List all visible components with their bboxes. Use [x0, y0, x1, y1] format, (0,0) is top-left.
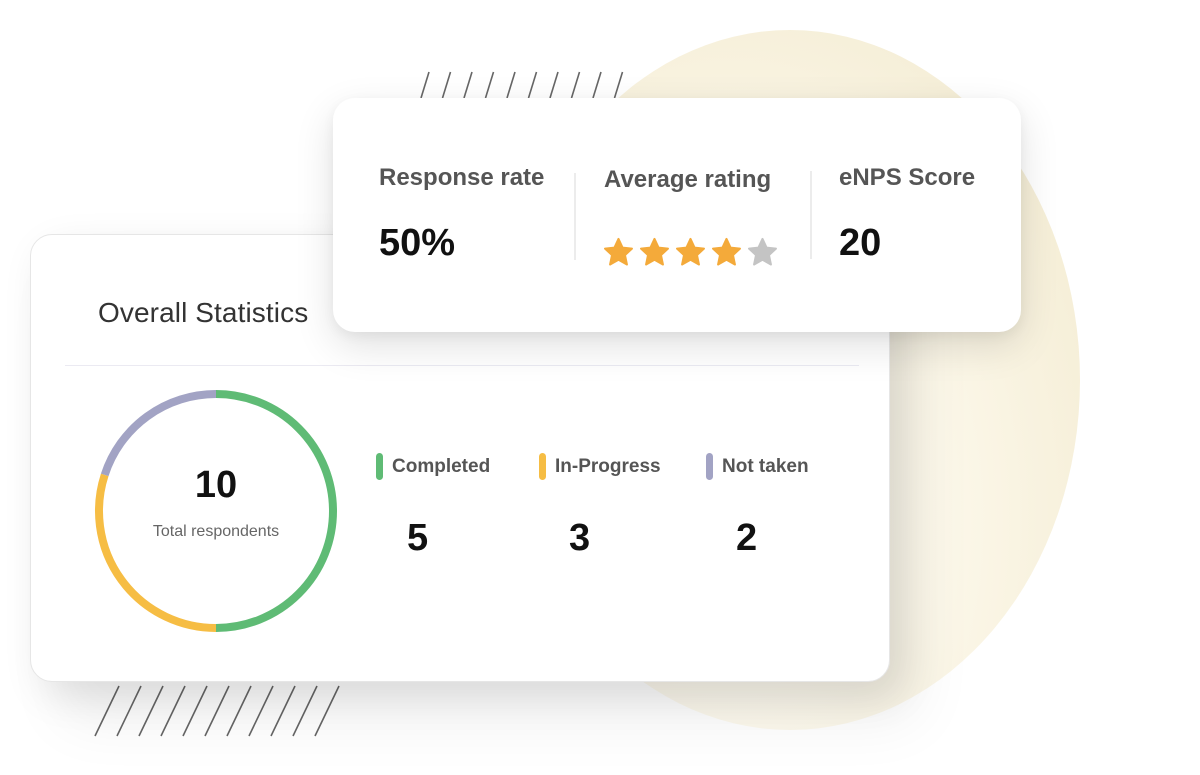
hatch-line [441, 71, 452, 99]
hatch-line [226, 685, 252, 737]
decorative-hatch-bottom [94, 685, 340, 737]
legend-label: Not taken [722, 455, 809, 477]
hatch-line [314, 685, 340, 737]
legend-not-taken: Not taken [706, 453, 809, 480]
in-progress-color-marker [539, 453, 546, 480]
hatch-line [116, 685, 142, 737]
hatch-line [613, 71, 624, 99]
hatch-line [463, 71, 473, 99]
total-respondents-value: 10 [194, 464, 238, 506]
hatch-line [527, 71, 538, 99]
star-empty-icon [747, 237, 778, 273]
response-rate-value: 50% [379, 222, 456, 264]
hatch-line [420, 71, 430, 99]
hatch-line [549, 71, 559, 99]
hatch-line [138, 685, 164, 737]
legend-in-progress: In-Progress [539, 453, 661, 480]
overall-statistics-title: Overall Statistics [98, 297, 309, 328]
hatch-line [570, 71, 581, 99]
star-filled-icon [639, 237, 670, 273]
kpi-average-rating: Average rating [604, 166, 771, 194]
completed-count: 5 [407, 517, 429, 559]
legend-label: In-Progress [555, 455, 661, 477]
hatch-line [292, 685, 318, 737]
kpi-summary-card: Response rate 50% Average rating eNPS Sc… [333, 98, 1021, 332]
enps-score-value: 20 [839, 222, 882, 264]
hatch-line [160, 685, 186, 737]
donut-center: 10 Total respondents [93, 388, 339, 634]
hatch-line [94, 685, 120, 737]
average-rating-stars [603, 237, 778, 273]
hatch-line [270, 685, 296, 737]
in-progress-count: 3 [569, 517, 591, 559]
kpi-separator [574, 173, 576, 260]
card-divider [65, 365, 859, 366]
kpi-label: Response rate [379, 164, 545, 191]
star-filled-icon [603, 237, 634, 273]
star-filled-icon [711, 237, 742, 273]
hatch-line [592, 71, 602, 99]
completed-color-marker [376, 453, 383, 480]
legend-completed: Completed [376, 453, 490, 480]
hatch-line [506, 71, 516, 99]
hatch-line [484, 71, 495, 99]
hatch-line [204, 685, 230, 737]
hatch-line [248, 685, 274, 737]
not-taken-color-marker [706, 453, 713, 480]
total-respondents-label: Total respondents [152, 523, 280, 540]
kpi-label: Average rating [604, 166, 772, 193]
kpi-response-rate: Response rate [379, 164, 544, 192]
star-filled-icon [675, 237, 706, 273]
kpi-enps-score: eNPS Score [839, 164, 975, 192]
kpi-separator [810, 171, 812, 259]
not-taken-count: 2 [736, 517, 758, 559]
hatch-line [182, 685, 208, 737]
legend-label: Completed [392, 455, 491, 477]
kpi-label: eNPS Score [839, 164, 976, 191]
